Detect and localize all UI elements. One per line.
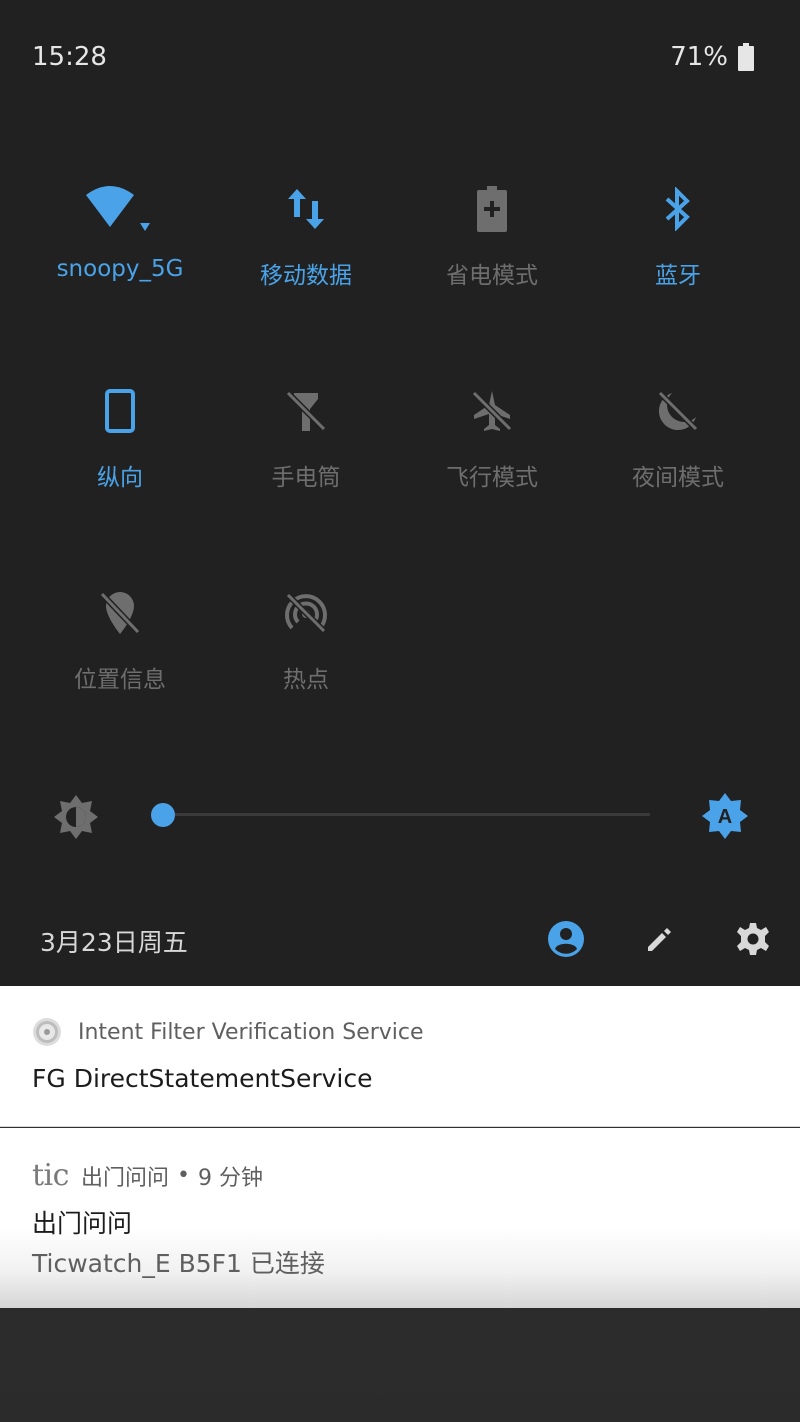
flashlight-off-icon <box>285 390 327 432</box>
night-mode-off-icon <box>657 390 699 432</box>
bluetooth-icon <box>665 187 690 231</box>
tile-night-mode[interactable]: 夜间模式 <box>585 374 771 524</box>
auto-brightness-label: A <box>718 806 732 828</box>
settings-icon <box>737 923 769 955</box>
tic-logo: tic <box>32 1158 69 1193</box>
auto-brightness-toggle[interactable]: A <box>700 791 750 841</box>
tile-location[interactable]: 位置信息 <box>27 576 213 726</box>
account-icon <box>548 921 584 957</box>
notification-header: tic 出门问问 • 9 分钟 <box>32 1158 263 1193</box>
tile-label: snoopy_5G <box>56 256 184 282</box>
portrait-icon <box>105 389 135 433</box>
notification-text: Ticwatch_E B5F1 已连接 <box>32 1249 325 1278</box>
tile-label: 纵向 <box>97 465 143 491</box>
tile-label: 夜间模式 <box>632 465 724 491</box>
battery-percent: 71% <box>670 42 728 72</box>
tile-battery-saver[interactable]: 省电模式 <box>399 172 585 322</box>
mobile-data-icon <box>288 189 324 229</box>
tile-label: 位置信息 <box>74 667 166 693</box>
settings-button[interactable] <box>731 917 775 961</box>
brightness-slider-track[interactable] <box>163 813 650 816</box>
edit-button[interactable] <box>638 917 682 961</box>
tile-portrait[interactable]: 纵向 <box>27 374 213 524</box>
hotspot-off-icon <box>285 592 327 634</box>
tile-mobile-data[interactable]: 移动数据 <box>213 172 399 322</box>
account-button[interactable] <box>544 917 588 961</box>
notification-title: 出门问问 <box>32 1209 133 1238</box>
battery-saver-icon <box>477 186 507 232</box>
brightness-low-icon <box>54 795 98 839</box>
brightness-slider-thumb[interactable] <box>151 803 175 827</box>
edit-icon <box>648 928 671 951</box>
tile-wifi[interactable]: snoopy_5G <box>27 172 213 322</box>
wifi-icon <box>86 186 150 231</box>
notification-card[interactable]: Intent Filter Verification Service FG Di… <box>0 986 800 1127</box>
notification-app-name: Intent Filter Verification Service <box>78 1019 424 1045</box>
auto-brightness-icon: A <box>702 793 748 839</box>
tile-label: 省电模式 <box>446 263 538 289</box>
tile-bluetooth[interactable]: 蓝牙 <box>585 172 771 322</box>
notification-card[interactable]: tic 出门问问 • 9 分钟 出门问问 Ticwatch_E B5F1 已连接 <box>0 1128 800 1308</box>
tile-airplane[interactable]: 飞行模式 <box>399 374 585 524</box>
android-settings-icon <box>33 1018 61 1046</box>
notification-header: Intent Filter Verification Service <box>32 1017 424 1047</box>
tile-hotspot[interactable]: 热点 <box>213 576 399 726</box>
tile-flashlight[interactable]: 手电筒 <box>213 374 399 524</box>
notification-title: FG DirectStatementService <box>32 1064 373 1093</box>
tile-label: 热点 <box>283 667 329 693</box>
notification-time: 9 分钟 <box>197 1165 263 1191</box>
tile-label: 手电筒 <box>271 465 341 491</box>
tile-label: 移动数据 <box>260 263 352 289</box>
status-time: 15:28 <box>32 42 107 72</box>
status-battery: 71% <box>670 42 754 72</box>
airplane-off-icon <box>471 390 513 432</box>
battery-icon <box>738 43 754 71</box>
tile-label: 飞行模式 <box>446 465 538 491</box>
location-off-icon <box>99 591 141 635</box>
notification-app-name: 出门问问 <box>80 1165 169 1191</box>
notification-separator: • <box>176 1163 190 1188</box>
tile-label: 蓝牙 <box>655 263 701 289</box>
date-label: 3月23日周五 <box>40 928 188 957</box>
